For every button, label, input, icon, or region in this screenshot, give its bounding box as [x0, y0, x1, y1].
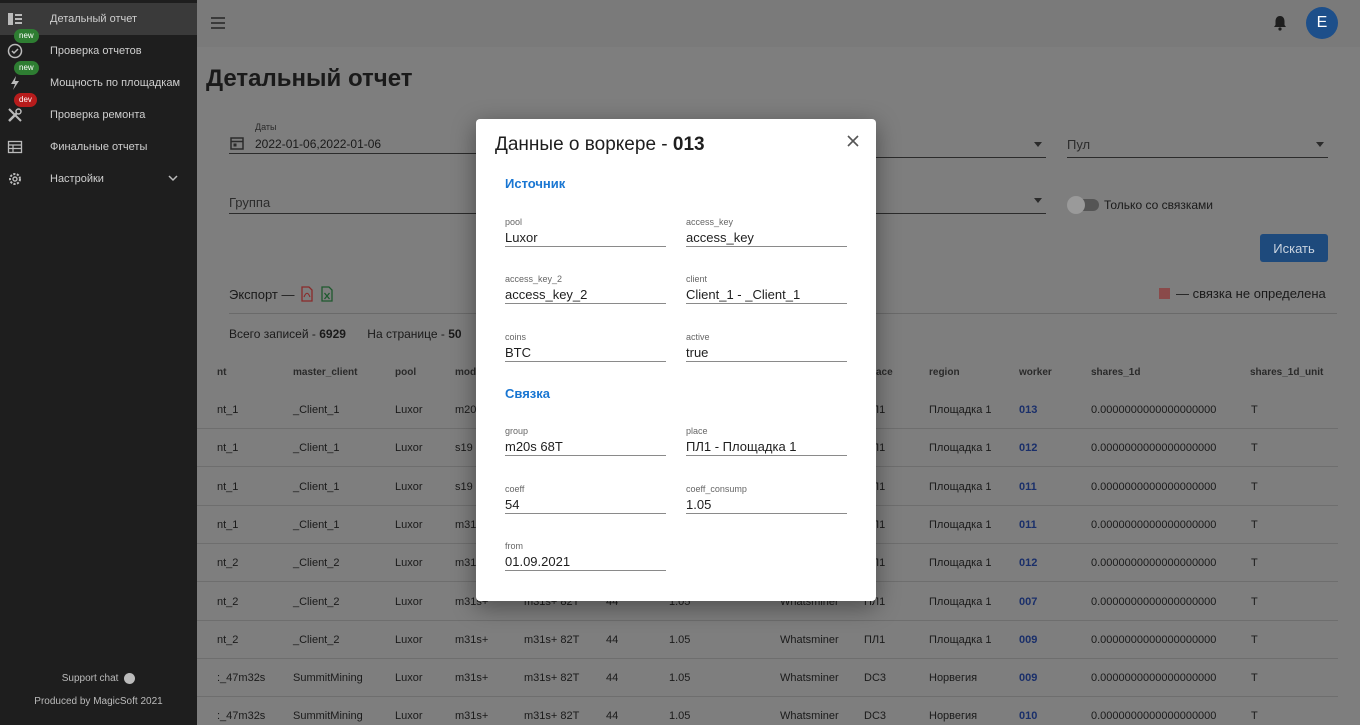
field-label: from	[505, 541, 523, 551]
field-value: Luxor	[505, 230, 538, 245]
access-key-field[interactable]: access_key access_key	[686, 217, 847, 247]
field-value: 1.05	[686, 497, 712, 512]
field-label: place	[686, 426, 708, 436]
field-value: 54	[505, 497, 520, 512]
field-label: coeff	[505, 484, 525, 494]
from-field[interactable]: from 01.09.2021	[505, 541, 666, 571]
coins-field[interactable]: coins BTC	[505, 332, 666, 362]
source-section-title: Источник	[505, 176, 566, 191]
close-icon[interactable]	[845, 133, 861, 149]
worker-modal: Данные о воркере - 013 Источник pool Lux…	[476, 119, 876, 601]
coeff-consump-field[interactable]: coeff_consump 1.05	[686, 484, 847, 514]
field-value: BTC	[505, 345, 531, 360]
place-field[interactable]: place ПЛ1 - Площадка 1	[686, 426, 847, 456]
field-label: pool	[505, 217, 523, 227]
coeff-field[interactable]: coeff 54	[505, 484, 666, 514]
field-label: group	[505, 426, 529, 436]
client-field[interactable]: client Client_1 - _Client_1	[686, 274, 847, 304]
field-value: ПЛ1 - Площадка 1	[686, 439, 797, 454]
active-field[interactable]: active true	[686, 332, 847, 362]
field-label: access_key_2	[505, 274, 563, 284]
link-section-title: Связка	[505, 386, 550, 401]
field-label: active	[686, 332, 710, 342]
field-value: access_key	[686, 230, 754, 245]
modal-title-prefix: Данные о воркере -	[495, 134, 668, 155]
pool-field[interactable]: pool Luxor	[505, 217, 666, 247]
field-value: 01.09.2021	[505, 554, 571, 569]
field-label: coins	[505, 332, 527, 342]
modal-title-worker: 013	[672, 134, 705, 155]
field-label: coeff_consump	[686, 484, 747, 494]
field-value: Client_1 - _Client_1	[686, 287, 801, 302]
modal-title: Данные о воркере - 013	[495, 134, 705, 156]
access-key-2-field[interactable]: access_key_2 access_key_2	[505, 274, 666, 304]
field-label: client	[686, 274, 708, 284]
group-field[interactable]: group m20s 68T	[505, 426, 666, 456]
field-value: true	[686, 345, 709, 360]
field-value: m20s 68T	[505, 439, 563, 454]
field-label: access_key	[686, 217, 734, 227]
field-value: access_key_2	[505, 287, 588, 302]
